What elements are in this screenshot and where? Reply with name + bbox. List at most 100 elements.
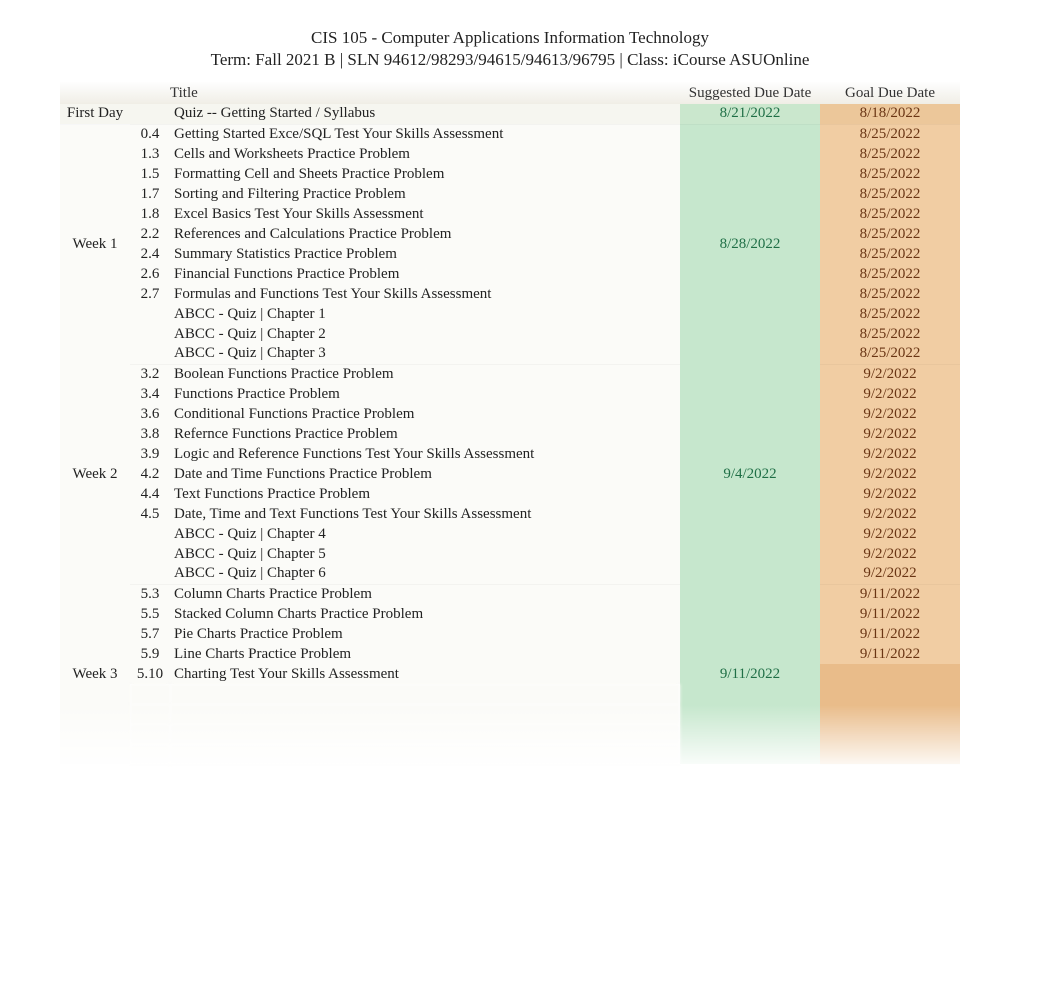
goal-date-cell bbox=[820, 684, 960, 704]
item-title: ABCC - Quiz | Chapter 6 bbox=[170, 564, 680, 584]
table-row: ABCC - Quiz | Chapter 3 8/25/2022 bbox=[60, 344, 960, 364]
item-title: Cells and Worksheets Practice Problem bbox=[170, 144, 680, 164]
col-suggested-header: Suggested Due Date bbox=[680, 82, 820, 104]
item-number: 3.9 bbox=[130, 444, 170, 464]
col-num-header bbox=[130, 82, 170, 104]
goal-date-cell: 9/2/2022 bbox=[820, 484, 960, 504]
item-number bbox=[130, 544, 170, 564]
table-row: 5.10Charting Test Your Skills Assessment bbox=[60, 664, 960, 684]
item-title: Getting Started Exce/SQL Test Your Skill… bbox=[170, 124, 680, 144]
item-title: Functions Practice Problem bbox=[170, 384, 680, 404]
week-cell: First Day bbox=[60, 104, 130, 124]
table-row: ABCC - Quiz | Chapter 4 9/2/2022 bbox=[60, 524, 960, 544]
item-title: Stacked Column Charts Practice Problem bbox=[170, 604, 680, 624]
week-cell: Week 2 bbox=[60, 364, 130, 584]
item-title: Excel Basics Test Your Skills Assessment bbox=[170, 204, 680, 224]
item-number: 1.7 bbox=[130, 184, 170, 204]
col-goal-header: Goal Due Date bbox=[820, 82, 960, 104]
item-number: 2.4 bbox=[130, 244, 170, 264]
table-row: 1.5Formatting Cell and Sheets Practice P… bbox=[60, 164, 960, 184]
table-row: First Day Quiz -- Getting Started / Sylla… bbox=[60, 104, 960, 124]
item-title: ABCC - Quiz | Chapter 3 bbox=[170, 344, 680, 364]
goal-date-cell: 9/11/2022 bbox=[820, 644, 960, 664]
item-title: Boolean Functions Practice Problem bbox=[170, 364, 680, 384]
goal-date-cell: 8/25/2022 bbox=[820, 284, 960, 304]
table-row: ABCC - Quiz | Chapter 1 8/25/2022 bbox=[60, 304, 960, 324]
table-body: First Day Quiz -- Getting Started / Sylla… bbox=[60, 104, 960, 764]
goal-date-cell: 9/2/2022 bbox=[820, 544, 960, 564]
item-number bbox=[130, 344, 170, 364]
goal-date-cell: 9/2/2022 bbox=[820, 424, 960, 444]
item-title: Column Charts Practice Problem bbox=[170, 584, 680, 604]
table-row: 2.4Summary Statistics Practice Problem8/… bbox=[60, 244, 960, 264]
goal-date-cell: 8/25/2022 bbox=[820, 344, 960, 364]
item-number: 3.2 bbox=[130, 364, 170, 384]
table-row: 5.7Pie Charts Practice Problem9/11/2022 bbox=[60, 624, 960, 644]
goal-date-cell bbox=[820, 724, 960, 744]
goal-date-cell: 9/2/2022 bbox=[820, 564, 960, 584]
table-row: 3.8Refernce Functions Practice Problem9/… bbox=[60, 424, 960, 444]
table-row: Week 10.4Getting Started Exce/SQL Test Y… bbox=[60, 124, 960, 144]
week-cell: Week 3 bbox=[60, 584, 130, 764]
col-week-header bbox=[60, 82, 130, 104]
item-number: 5.5 bbox=[130, 604, 170, 624]
item-number: 2.2 bbox=[130, 224, 170, 244]
item-title: Summary Statistics Practice Problem bbox=[170, 244, 680, 264]
col-title-header: Title bbox=[170, 82, 680, 104]
goal-date-cell: 9/11/2022 bbox=[820, 624, 960, 644]
table-row: 2.2References and Calculations Practice … bbox=[60, 224, 960, 244]
item-number: 2.7 bbox=[130, 284, 170, 304]
item-number: 5.3 bbox=[130, 584, 170, 604]
item-title: ABCC - Quiz | Chapter 1 bbox=[170, 304, 680, 324]
goal-date-cell: 8/25/2022 bbox=[820, 164, 960, 184]
goal-date-cell: 9/11/2022 bbox=[820, 604, 960, 624]
item-title: Formatting Cell and Sheets Practice Prob… bbox=[170, 164, 680, 184]
item-number bbox=[130, 104, 170, 124]
table-row: 3.4Functions Practice Problem9/2/2022 bbox=[60, 384, 960, 404]
term-class-line: Term: Fall 2021 B | SLN 94612/98293/9461… bbox=[60, 50, 960, 70]
table-row: 2.6Financial Functions Practice Problem8… bbox=[60, 264, 960, 284]
document-header: CIS 105 - Computer Applications Informat… bbox=[60, 28, 960, 70]
table-row: ABCC - Quiz | Chapter 28/25/2022 bbox=[60, 324, 960, 344]
table-row: 1.8Excel Basics Test Your Skills Assessm… bbox=[60, 204, 960, 224]
item-number bbox=[130, 304, 170, 324]
goal-date-cell: 8/25/2022 bbox=[820, 184, 960, 204]
goal-date-cell: 8/25/2022 bbox=[820, 264, 960, 284]
goal-date-cell: 8/18/2022 bbox=[820, 104, 960, 124]
item-title: Refernce Functions Practice Problem bbox=[170, 424, 680, 444]
item-title: Quiz -- Getting Started / Syllabus bbox=[170, 104, 680, 124]
table-row: 3.6Conditional Functions Practice Proble… bbox=[60, 404, 960, 424]
item-title: ABCC - Quiz | Chapter 5 bbox=[170, 544, 680, 564]
table-row: Week 35.3Column Charts Practice Problem9… bbox=[60, 584, 960, 604]
item-title bbox=[170, 744, 680, 764]
goal-date-cell: 9/2/2022 bbox=[820, 364, 960, 384]
item-title: ABCC - Quiz | Chapter 4 bbox=[170, 524, 680, 544]
goal-date-cell bbox=[820, 744, 960, 764]
item-number bbox=[130, 324, 170, 344]
item-number bbox=[130, 684, 170, 704]
item-title: Logic and Reference Functions Test Your … bbox=[170, 444, 680, 464]
table-row: Week 23.2Boolean Functions Practice Prob… bbox=[60, 364, 960, 384]
suggested-date-cell: 8/21/2022 bbox=[680, 104, 820, 124]
week-cell: Week 1 bbox=[60, 124, 130, 364]
table-row bbox=[60, 724, 960, 744]
item-number bbox=[130, 744, 170, 764]
item-number bbox=[130, 724, 170, 744]
item-number bbox=[130, 564, 170, 584]
suggested-date-cell: 9/11/2022 bbox=[680, 584, 820, 764]
item-title: Date and Time Functions Practice Problem bbox=[170, 464, 680, 484]
goal-date-cell: 8/25/2022 bbox=[820, 304, 960, 324]
table-row: ABCC - Quiz | Chapter 5 9/2/2022 bbox=[60, 544, 960, 564]
goal-date-cell: 9/2/2022 bbox=[820, 524, 960, 544]
item-title: Text Functions Practice Problem bbox=[170, 484, 680, 504]
goal-date-cell: 8/25/2022 bbox=[820, 204, 960, 224]
table-row bbox=[60, 704, 960, 724]
item-title: Pie Charts Practice Problem bbox=[170, 624, 680, 644]
goal-date-cell: 9/2/2022 bbox=[820, 404, 960, 424]
item-number: 1.3 bbox=[130, 144, 170, 164]
table-row: 4.4Text Functions Practice Problem9/2/20… bbox=[60, 484, 960, 504]
item-number: 2.6 bbox=[130, 264, 170, 284]
item-title: ABCC - Quiz | Chapter 2 bbox=[170, 324, 680, 344]
table-row: 5.9Line Charts Practice Problem9/11/2022 bbox=[60, 644, 960, 664]
item-number: 4.5 bbox=[130, 504, 170, 524]
